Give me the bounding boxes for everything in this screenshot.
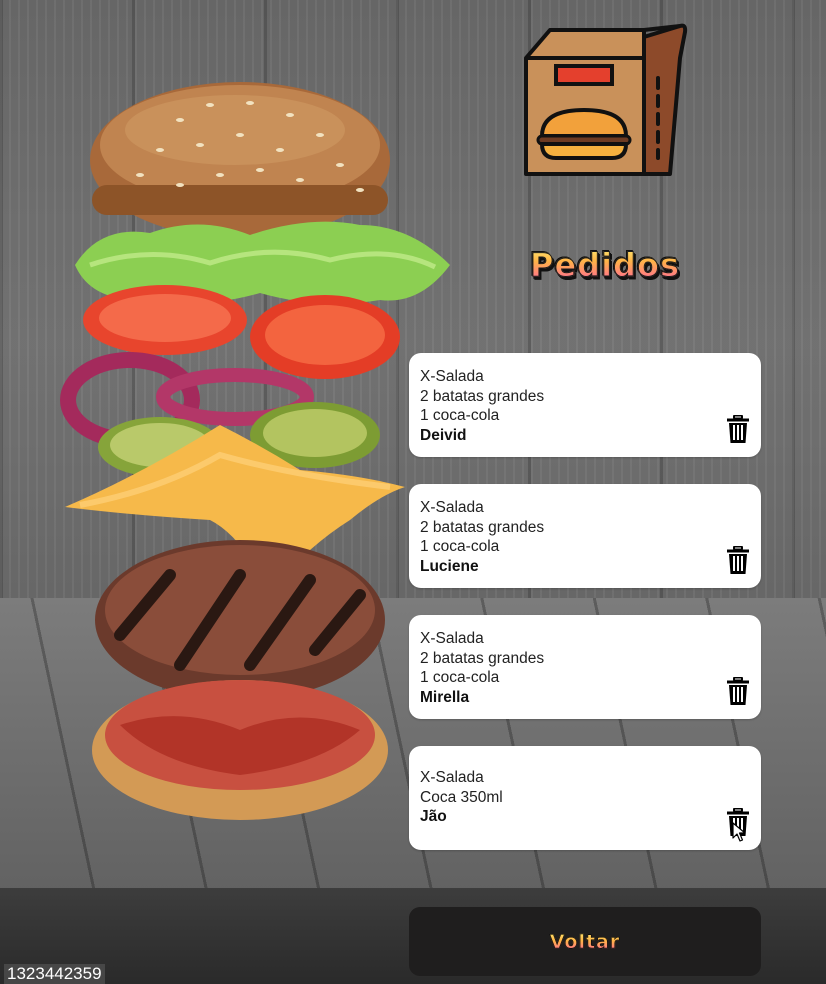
customer-name: Jão xyxy=(420,808,447,825)
order-item: 2 batatas grandes xyxy=(420,518,545,536)
order-item: X-Salada xyxy=(420,769,484,786)
order-item: X-Salada xyxy=(420,499,484,516)
order-item: 2 batatas grandes xyxy=(420,387,545,405)
order-card: X-Salada Coca 350ml Jão xyxy=(409,746,761,850)
burger-bag-icon xyxy=(524,23,688,176)
back-button[interactable]: Voltar xyxy=(409,907,761,976)
burger-illustration xyxy=(60,82,450,820)
trash-icon[interactable] xyxy=(727,677,749,705)
order-item: 1 coca-cola xyxy=(420,669,500,686)
order-card: X-Salada 2 batatas grandes 1 coca-cola M… xyxy=(409,615,761,719)
customer-name: Luciene xyxy=(420,557,479,575)
order-item: 1 coca-cola xyxy=(420,407,500,424)
order-item: X-Salada xyxy=(420,630,484,647)
order-item: 2 batatas grandes xyxy=(420,649,545,667)
image-id-watermark: 1323442359 xyxy=(4,964,105,984)
order-item: X-Salada xyxy=(420,368,484,385)
page-title: Pedidos xyxy=(490,246,720,285)
trash-icon[interactable] xyxy=(727,546,749,574)
order-card: X-Salada 2 batatas grandes 1 coca-cola L… xyxy=(409,484,761,588)
order-card: X-Salada 2 batatas grandes 1 coca-cola D… xyxy=(409,353,761,457)
order-item: 1 coca-cola xyxy=(420,538,500,555)
trash-icon[interactable] xyxy=(727,415,749,443)
customer-name: Deivid xyxy=(420,426,467,444)
order-item: Coca 350ml xyxy=(420,788,503,806)
customer-name: Mirella xyxy=(420,688,470,706)
mouse-pointer-icon xyxy=(732,822,746,842)
back-button-label: Voltar xyxy=(549,930,621,953)
